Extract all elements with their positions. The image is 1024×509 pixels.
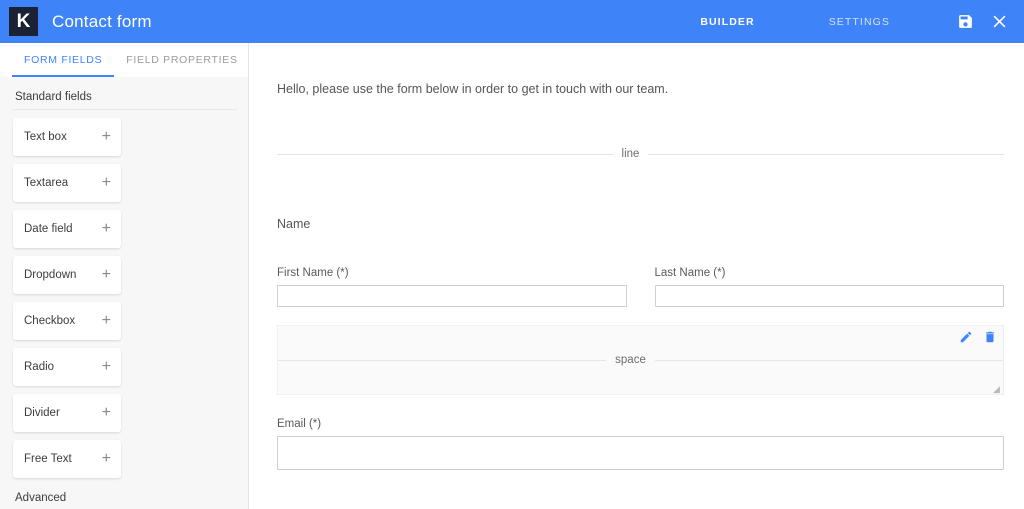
tab-form-fields[interactable]: FORM FIELDS <box>12 43 114 77</box>
email-field: Email (*) <box>277 418 1004 470</box>
trash-delete-icon <box>983 331 997 348</box>
chip-label: Date field <box>24 222 73 236</box>
name-fields-row: First Name (*) Last Name (*) <box>277 267 1004 307</box>
form-element-space[interactable]: space ◢ <box>277 325 1004 395</box>
email-label: Email (*) <box>277 418 1004 430</box>
tab-settings[interactable]: SETTINGS <box>815 16 904 28</box>
app-header: K Contact form BUILDER SETTINGS <box>0 0 1024 43</box>
app-logo: K <box>9 7 38 36</box>
group-divider <box>13 109 237 110</box>
element-actions <box>959 330 997 344</box>
chip-label: Text box <box>24 130 67 144</box>
resize-handle[interactable]: ◢ <box>993 385 1001 393</box>
close-x-icon <box>991 13 1008 30</box>
first-name-input[interactable] <box>277 285 627 307</box>
group-title-advanced: Advanced <box>15 492 237 504</box>
form-fields-sidebar: FORM FIELDS FIELD PROPERTIES Standard fi… <box>0 43 249 509</box>
tab-builder[interactable]: BUILDER <box>686 16 768 28</box>
last-name-label: Last Name (*) <box>655 267 1005 279</box>
form-canvas[interactable]: Hello, please use the form below in orde… <box>249 43 1024 509</box>
save-floppy-icon <box>957 13 974 30</box>
logo-letter: K <box>17 11 31 33</box>
field-chip-date-field[interactable]: Date field + <box>13 210 121 248</box>
field-chip-radio[interactable]: Radio + <box>13 348 121 386</box>
sidebar-scroll-area[interactable]: Standard fields Text box + Textarea + Da… <box>0 77 248 509</box>
form-builder-app: K Contact form BUILDER SETTINGS <box>0 0 1024 509</box>
field-chip-text-box[interactable]: Text box + <box>13 118 121 156</box>
form-element-divider[interactable]: line <box>277 145 1004 163</box>
space-label: space <box>606 354 655 366</box>
sidebar-tabs: FORM FIELDS FIELD PROPERTIES <box>0 43 248 77</box>
close-button[interactable] <box>982 0 1016 43</box>
plus-icon: + <box>102 221 111 237</box>
chip-label: Checkbox <box>24 314 75 328</box>
first-name-field: First Name (*) <box>277 267 627 307</box>
delete-element-button[interactable] <box>983 330 997 344</box>
first-name-label: First Name (*) <box>277 267 627 279</box>
name-section-label: Name <box>277 217 1004 231</box>
chip-label: Radio <box>24 360 54 374</box>
plus-icon: + <box>102 359 111 375</box>
chip-label: Textarea <box>24 176 68 190</box>
edit-element-button[interactable] <box>959 330 973 344</box>
field-chip-dropdown[interactable]: Dropdown + <box>13 256 121 294</box>
field-chip-checkbox[interactable]: Checkbox + <box>13 302 121 340</box>
last-name-input[interactable] <box>655 285 1005 307</box>
plus-icon: + <box>102 451 111 467</box>
pencil-edit-icon <box>959 331 973 348</box>
app-body: FORM FIELDS FIELD PROPERTIES Standard fi… <box>0 43 1024 509</box>
field-chip-free-text[interactable]: Free Text + <box>13 440 121 478</box>
plus-icon: + <box>102 175 111 191</box>
chip-label: Free Text <box>24 452 72 466</box>
plus-icon: + <box>102 405 111 421</box>
tab-field-properties-label: FIELD PROPERTIES <box>126 54 237 66</box>
page-title: Contact form <box>52 12 152 32</box>
plus-icon: + <box>102 267 111 283</box>
field-chip-textarea[interactable]: Textarea + <box>13 164 121 202</box>
chip-label: Divider <box>24 406 60 420</box>
tab-form-fields-label: FORM FIELDS <box>24 54 102 66</box>
email-input[interactable] <box>277 436 1004 470</box>
divider-label: line <box>613 148 649 160</box>
group-standard-fields: Text box + Textarea + Date field + Dropd… <box>13 118 237 478</box>
plus-icon: + <box>102 313 111 329</box>
form-intro-text: Hello, please use the form below in orde… <box>277 82 1004 96</box>
chip-label: Dropdown <box>24 268 76 282</box>
field-chip-divider[interactable]: Divider + <box>13 394 121 432</box>
tab-field-properties[interactable]: FIELD PROPERTIES <box>114 43 249 77</box>
save-button[interactable] <box>948 0 982 43</box>
group-title-standard-fields: Standard fields <box>15 91 237 103</box>
plus-icon: + <box>102 129 111 145</box>
last-name-field: Last Name (*) <box>655 267 1005 307</box>
